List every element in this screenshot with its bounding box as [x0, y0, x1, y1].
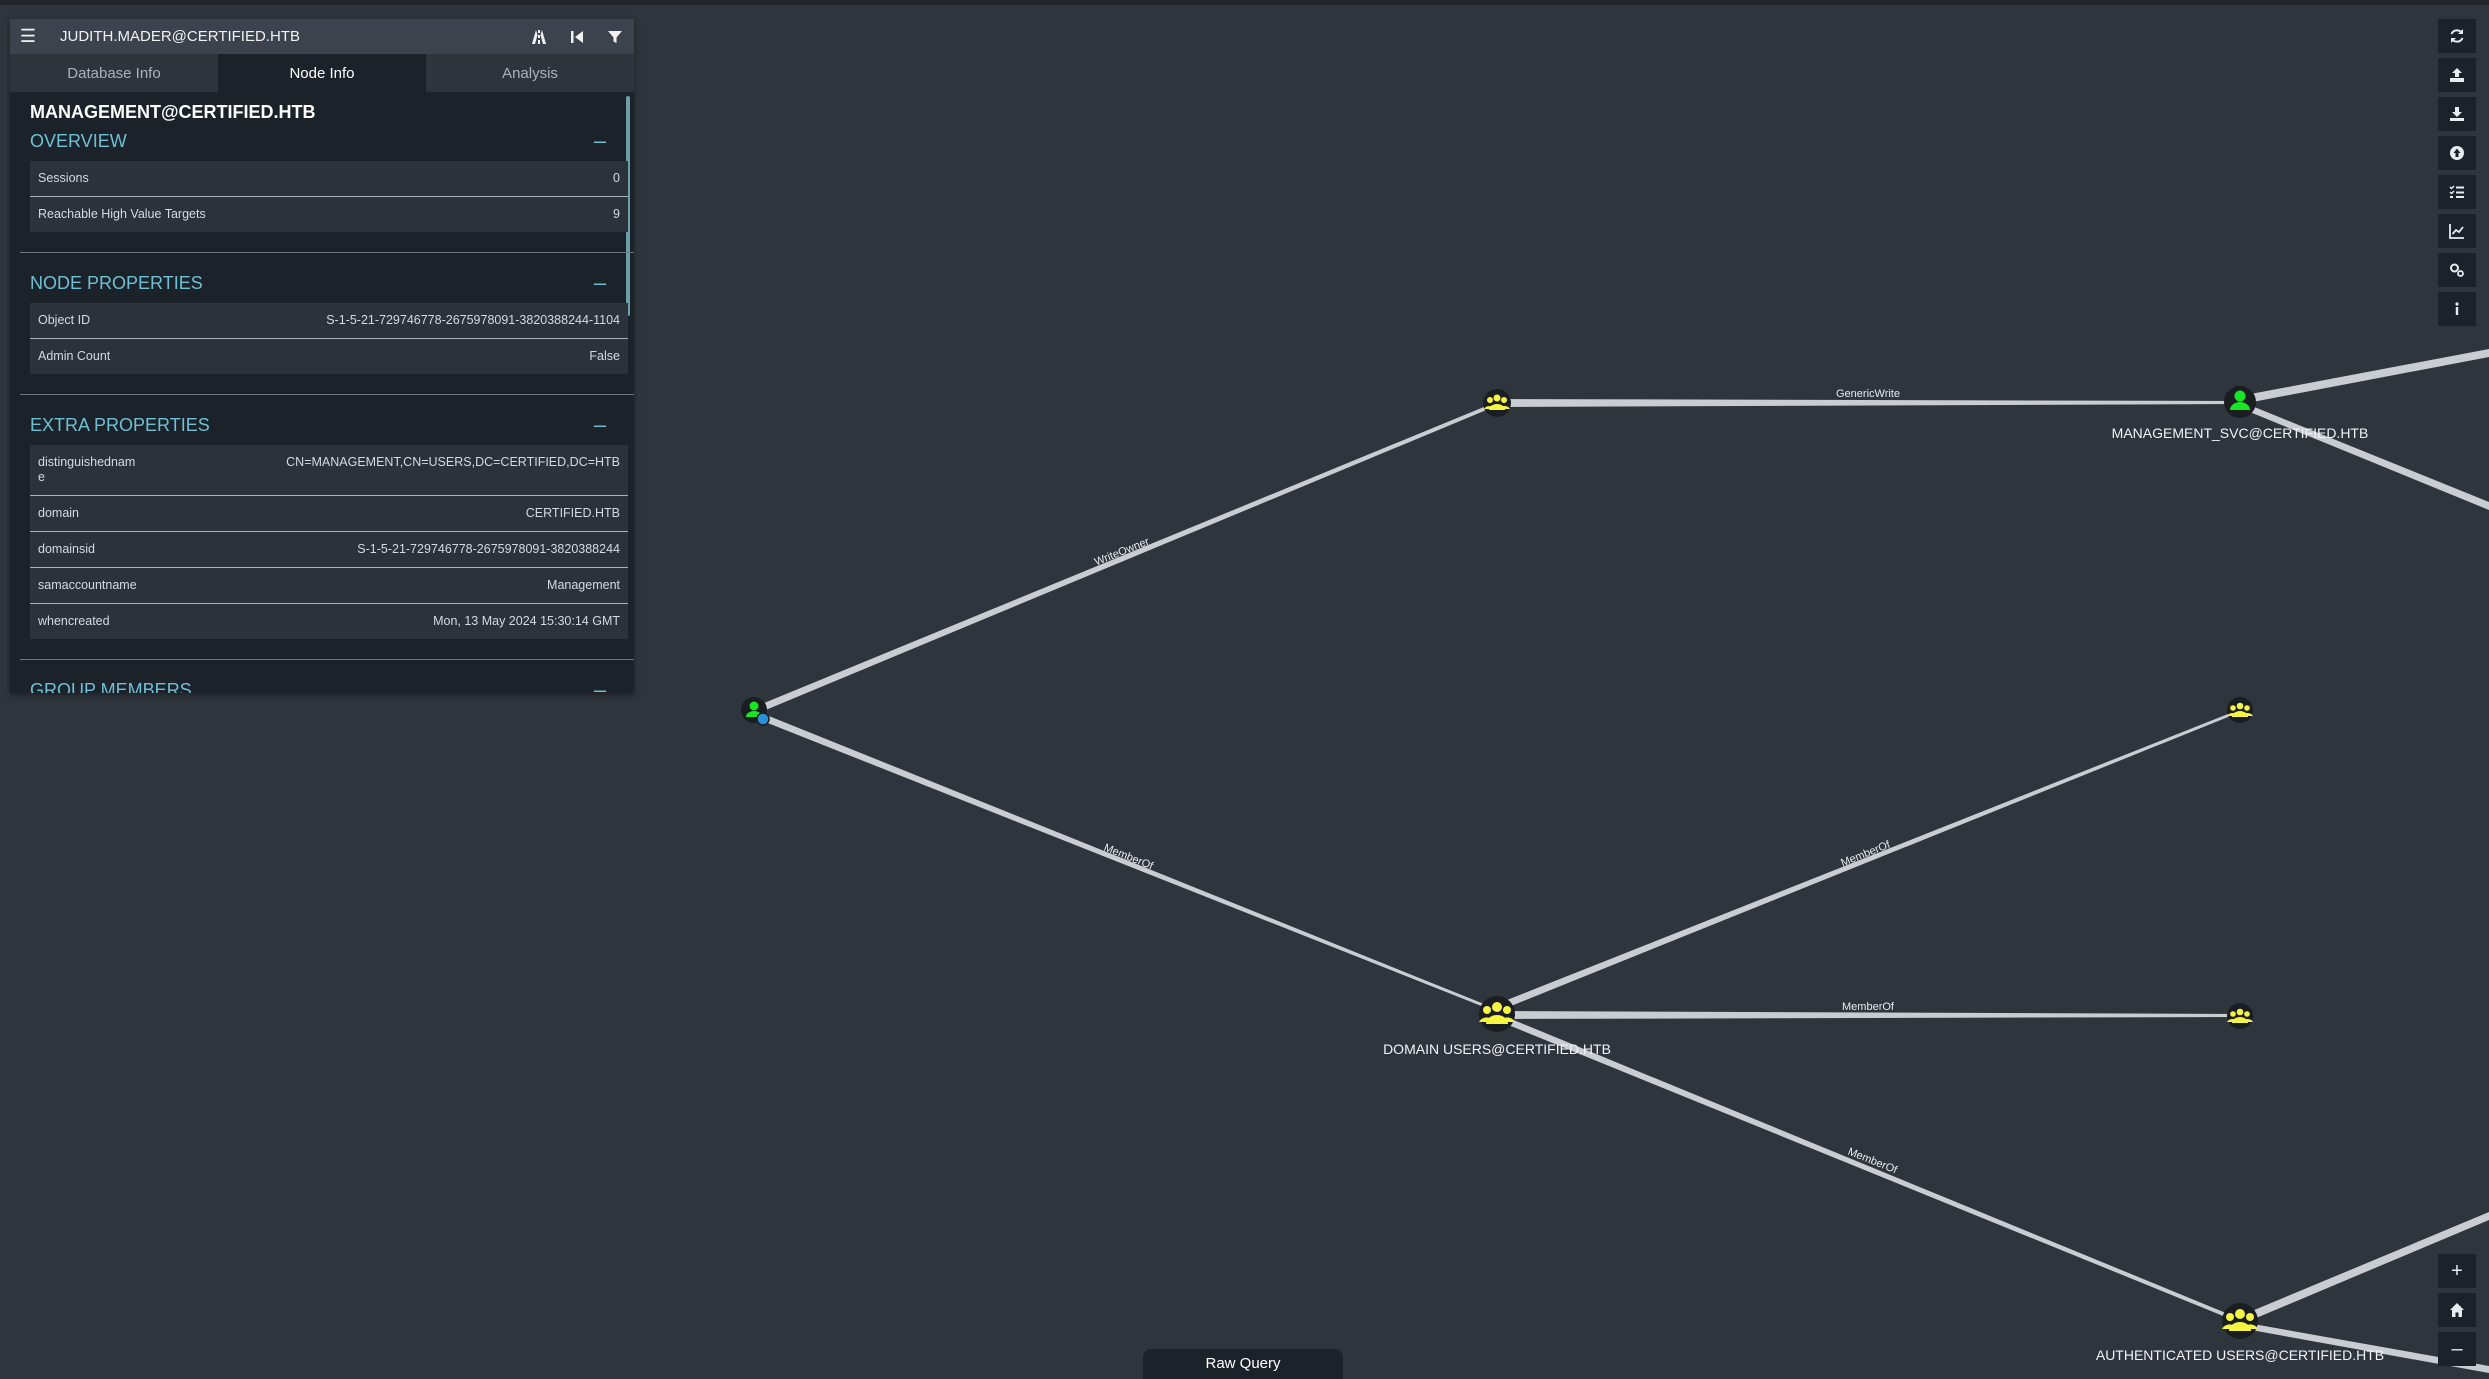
edge-memberof-group-a[interactable]: [1497, 710, 2238, 1010]
target-badge-icon: [756, 712, 770, 726]
table-row[interactable]: Sessions 0: [30, 161, 628, 197]
graph-toolbar: [2438, 19, 2476, 331]
table-row[interactable]: Reachable High Value Targets 9: [30, 197, 628, 232]
table-row: domain CERTIFIED.HTB: [30, 496, 628, 532]
edge-labels: WriteOwner GenericWrite MemberOf MemberO…: [1093, 388, 1900, 1177]
node-label-authenticated-users: AUTHENTICATED USERS@CERTIFIED.HTB: [2096, 1347, 2384, 1363]
row-key: whencreated: [38, 614, 110, 628]
panel-header: ☰ JUDITH.MADER@CERTIFIED.HTB: [10, 19, 634, 54]
collapse-icon[interactable]: –: [588, 677, 612, 693]
overview-table: Sessions 0 Reachable High Value Targets …: [30, 161, 628, 232]
table-row: distinguishedname CN=MANAGEMENT,CN=USERS…: [30, 445, 628, 496]
node-properties-heading: NODE PROPERTIES: [30, 272, 203, 293]
table-row: Admin Count False: [30, 339, 628, 374]
row-key: domain: [38, 506, 79, 520]
filter-icon[interactable]: [596, 19, 634, 54]
row-value: CERTIFIED.HTB: [525, 506, 620, 520]
table-row: whencreated Mon, 13 May 2024 15:30:14 GM…: [30, 604, 628, 639]
node-title: MANAGEMENT@CERTIFIED.HTB: [30, 102, 316, 122]
settings-gears-icon[interactable]: [2438, 253, 2476, 287]
tab-node-info[interactable]: Node Info: [218, 54, 426, 92]
user-icon: [749, 701, 759, 711]
row-value: CN=MANAGEMENT,CN=USERS,DC=CERTIFIED,DC=H…: [286, 455, 620, 469]
node-group-b[interactable]: [2227, 1003, 2253, 1029]
zoom-in-icon[interactable]: +: [2438, 1254, 2476, 1288]
row-value: S-1-5-21-729746778-2675978091-3820388244…: [326, 313, 620, 327]
graph-edges: [750, 349, 2489, 1373]
node-management-svc[interactable]: [2224, 386, 2256, 418]
table-row: Object ID S-1-5-21-729746778-2675978091-…: [30, 303, 628, 339]
row-value: 9: [613, 207, 620, 221]
node-label-management-svc: MANAGEMENT_SVC@CERTIFIED.HTB: [2112, 425, 2369, 441]
extra-properties-table: distinguishedname CN=MANAGEMENT,CN=USERS…: [30, 445, 628, 639]
node-group-a[interactable]: [2227, 697, 2253, 723]
task-list-icon[interactable]: [2438, 175, 2476, 209]
row-key: Object ID: [38, 313, 91, 327]
row-value: Mon, 13 May 2024 15:30:14 GMT: [433, 614, 620, 628]
zoom-out-icon[interactable]: –: [2438, 1332, 2476, 1366]
table-row: samaccountname Management: [30, 568, 628, 604]
node-authenticated-users[interactable]: [2222, 1303, 2258, 1339]
row-key: Sessions: [38, 171, 89, 185]
hamburger-menu-icon[interactable]: ☰: [10, 19, 46, 54]
node-properties-table: Object ID S-1-5-21-729746778-2675978091-…: [30, 303, 628, 374]
user-icon: [2234, 390, 2246, 402]
row-value: Management: [547, 578, 620, 592]
upload-icon[interactable]: [2438, 58, 2476, 92]
edge-genericwrite[interactable]: [1497, 399, 2238, 407]
divider: [20, 394, 634, 395]
group-members-heading: GROUP MEMBERS: [30, 679, 192, 694]
table-row: domainsid S-1-5-21-729746778-2675978091-…: [30, 532, 628, 568]
edge-label-genericwrite: GenericWrite: [1836, 388, 1900, 400]
edge-writeowner[interactable]: [752, 402, 1496, 714]
node-info-panel: ☰ JUDITH.MADER@CERTIFIED.HTB Database In…: [10, 19, 634, 693]
row-key: Admin Count: [38, 349, 111, 363]
panel-tabs: Database Info Node Info Analysis: [10, 54, 634, 92]
zoom-controls: + –: [2438, 1254, 2476, 1371]
group-members-section-header[interactable]: GROUP MEMBERS –: [30, 676, 618, 693]
tab-analysis[interactable]: Analysis: [426, 54, 634, 92]
divider: [20, 659, 634, 660]
raw-query-button[interactable]: Raw Query: [1143, 1349, 1343, 1379]
collapse-icon[interactable]: –: [588, 412, 612, 438]
import-icon[interactable]: [2438, 136, 2476, 170]
row-value: 0: [613, 171, 620, 185]
download-icon[interactable]: [2438, 97, 2476, 131]
collapse-icon[interactable]: –: [588, 270, 612, 296]
node-domain-users[interactable]: [1479, 996, 1515, 1032]
row-key: domainsid: [38, 542, 95, 556]
divider: [20, 252, 634, 253]
edge-svc-out-2[interactable]: [2240, 402, 2489, 510]
search-input[interactable]: JUDITH.MADER@CERTIFIED.HTB: [46, 28, 520, 45]
collapse-icon[interactable]: –: [588, 128, 612, 154]
node-group-top[interactable]: [1483, 389, 1511, 417]
tab-database-info[interactable]: Database Info: [10, 54, 218, 92]
node-properties-section-header[interactable]: NODE PROPERTIES –: [30, 269, 618, 297]
extra-properties-section-header[interactable]: EXTRA PROPERTIES –: [30, 411, 618, 439]
home-icon[interactable]: [2438, 1293, 2476, 1327]
node-management[interactable]: [741, 697, 770, 726]
edge-svc-out-1[interactable]: [2240, 349, 2489, 404]
row-value: False: [589, 349, 620, 363]
overview-section-header[interactable]: OVERVIEW –: [30, 127, 618, 155]
edge-memberof-authenticated[interactable]: [1496, 1014, 2238, 1322]
extra-properties-heading: EXTRA PROPERTIES: [30, 414, 210, 435]
row-key: distinguishedname: [38, 455, 136, 484]
info-icon[interactable]: [2438, 292, 2476, 326]
pathfinding-icon[interactable]: [520, 19, 558, 54]
panel-body: MANAGEMENT@CERTIFIED.HTB OVERVIEW – Sess…: [10, 92, 634, 693]
node-label-domain-users: DOMAIN USERS@CERTIFIED.HTB: [1383, 1041, 1611, 1057]
overview-heading: OVERVIEW: [30, 130, 127, 151]
chart-icon[interactable]: [2438, 214, 2476, 248]
row-key: samaccountname: [38, 578, 137, 592]
row-key: Reachable High Value Targets: [38, 207, 206, 221]
refresh-icon[interactable]: [2438, 19, 2476, 53]
back-icon[interactable]: [558, 19, 596, 54]
edge-label-memberof-3: MemberOf: [1842, 1001, 1895, 1013]
row-value: S-1-5-21-729746778-2675978091-3820388244: [357, 542, 620, 556]
